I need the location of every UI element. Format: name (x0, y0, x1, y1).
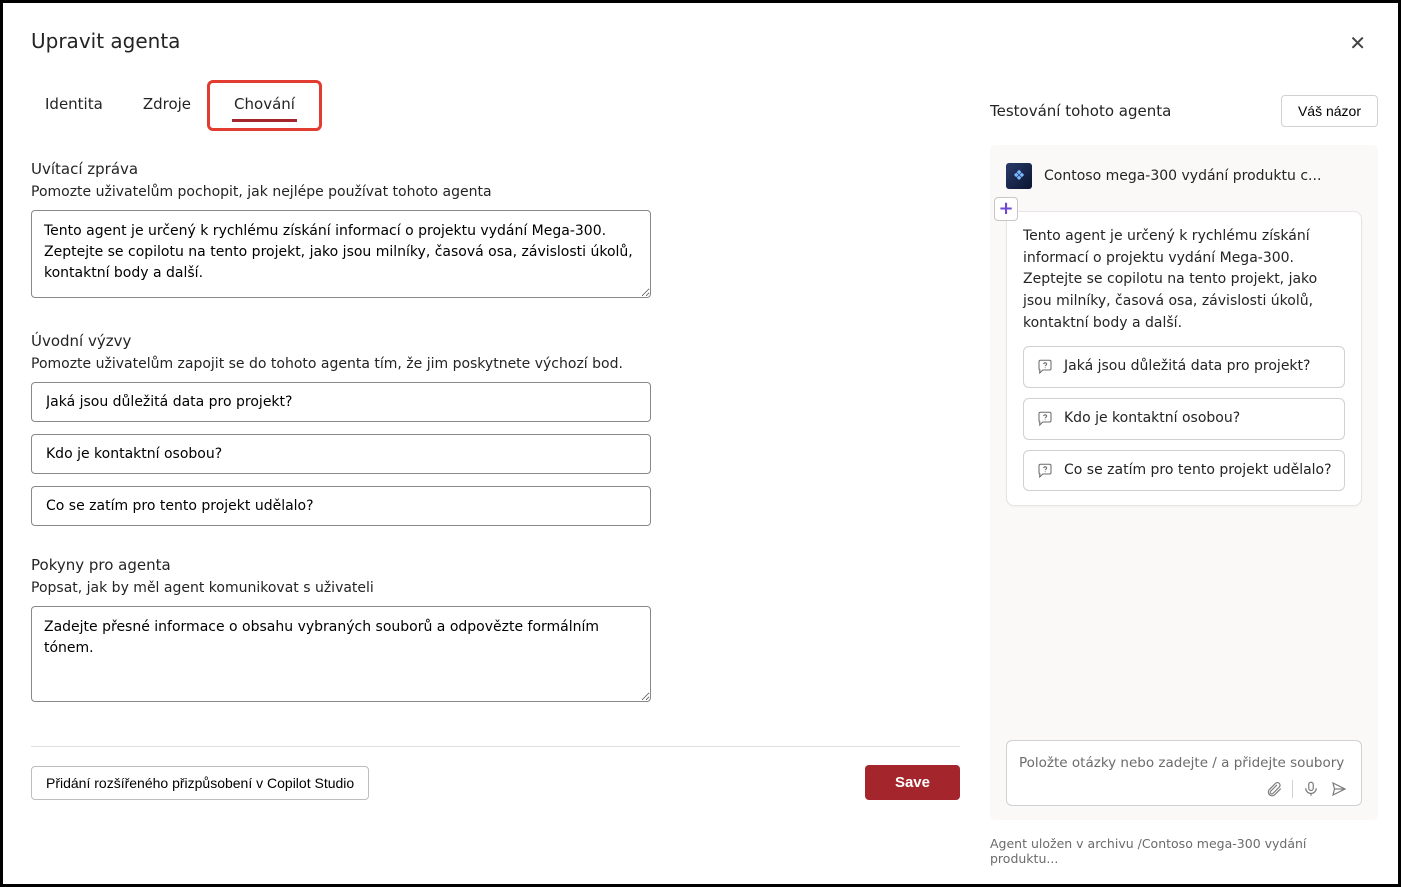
instructions-heading: Pokyny pro agenta (31, 556, 960, 574)
microphone-icon[interactable] (1301, 779, 1321, 799)
section-starter: Úvodní výzvy Pomozte uživatelům zapojit … (31, 332, 960, 526)
tab-zdroje[interactable]: Zdroje (141, 89, 193, 122)
close-icon[interactable]: ✕ (1345, 29, 1370, 57)
starter-prompt-3[interactable] (31, 486, 651, 526)
chat-question-icon (1036, 462, 1054, 480)
welcome-textarea[interactable] (31, 210, 651, 298)
section-welcome: Uvítací zpráva Pomozte uživatelům pochop… (31, 160, 960, 302)
saved-note: Agent uložen v archivu /Contoso mega-300… (990, 836, 1378, 866)
agent-avatar-icon: ❖ (1006, 163, 1032, 189)
plus-icon[interactable]: + (994, 197, 1018, 221)
test-title: Testování tohoto agenta (990, 102, 1171, 120)
welcome-bubble: Tento agent je určený k rychlému získání… (1006, 211, 1362, 506)
suggestion-1-text: Jaká jsou důležitá data pro projekt? (1064, 358, 1310, 374)
tab-chovani[interactable]: Chování (232, 89, 297, 122)
suggestion-3-text: Co se zatím pro tento projekt udělalo? (1064, 462, 1332, 478)
instructions-subtext: Popsat, jak by měl agent komunikovat s u… (31, 580, 960, 596)
welcome-bubble-text: Tento agent je určený k rychlému získání… (1023, 226, 1345, 334)
welcome-heading: Uvítací zpráva (31, 160, 960, 178)
send-icon[interactable] (1329, 779, 1349, 799)
suggestion-2[interactable]: Kdo je kontaktní osobou? (1023, 398, 1345, 440)
chat-question-icon (1036, 410, 1054, 428)
suggestion-1[interactable]: Jaká jsou důležitá data pro projekt? (1023, 346, 1345, 388)
tab-highlight: Chování (207, 80, 322, 131)
starter-heading: Úvodní výzvy (31, 332, 960, 350)
suggestion-3[interactable]: Co se zatím pro tento projekt udělalo? (1023, 450, 1345, 492)
section-instructions: Pokyny pro agenta Popsat, jak by měl age… (31, 556, 960, 706)
tab-identita[interactable]: Identita (43, 89, 105, 122)
starter-prompt-1[interactable] (31, 382, 651, 422)
extend-copilot-studio-button[interactable]: Přidání rozšířeného přizpůsobení v Copil… (31, 766, 369, 800)
starter-prompt-2[interactable] (31, 434, 651, 474)
instructions-textarea[interactable] (31, 606, 651, 702)
chat-input[interactable] (1019, 753, 1349, 779)
suggestion-2-text: Kdo je kontaktní osobou? (1064, 410, 1240, 426)
welcome-subtext: Pomozte uživatelům pochopit, jak nejlépe… (31, 184, 960, 200)
starter-subtext: Pomozte uživatelům zapojit se do tohoto … (31, 356, 960, 372)
divider (31, 746, 960, 747)
save-button[interactable]: Save (865, 765, 960, 800)
feedback-button[interactable]: Váš názor (1281, 95, 1378, 127)
tab-bar: Identita Zdroje Chování (43, 89, 960, 122)
separator (1292, 780, 1293, 798)
page-title: Upravit agenta (31, 29, 180, 53)
agent-name: Contoso mega-300 vydání produktu c... (1044, 168, 1321, 184)
chat-input-box[interactable] (1006, 740, 1362, 806)
test-panel: ❖ Contoso mega-300 vydání produktu c... … (990, 145, 1378, 820)
chat-question-icon (1036, 358, 1054, 376)
attachment-icon[interactable] (1264, 779, 1284, 799)
